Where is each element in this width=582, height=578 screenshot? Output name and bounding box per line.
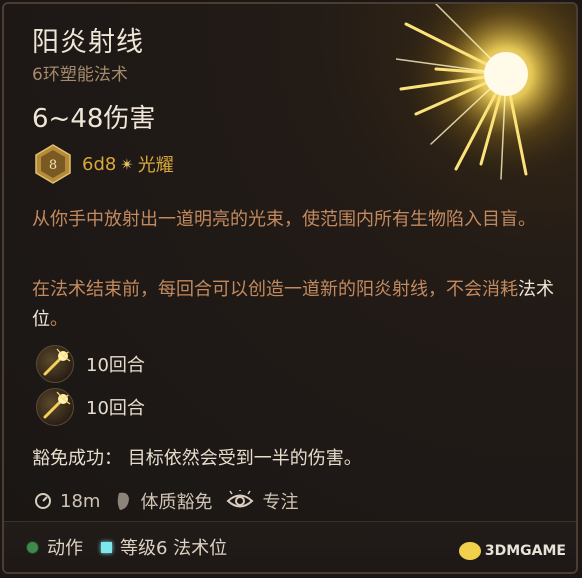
watermark-logo-icon [458,542,481,560]
duration-label: 10回合 [86,398,145,419]
duration-row: 10回合 [36,345,145,383]
watermark: 3DMGAME [458,542,566,560]
sunbeam-condition-icon[interactable] [36,345,74,383]
spell-name: 阳炎射线 [32,27,144,58]
description-2-text: 在法术结束前，每回合可以创造一道新的阳炎射线，不会消耗 [32,279,518,300]
damage-dice-row: 8 6d8 ✴ 光耀 [34,144,174,184]
action-resource-icon [26,540,39,554]
dice-roll-text: 6d8 ✴ 光耀 [82,151,174,177]
range-value: 18m [60,490,101,512]
watermark-text: 3DMGAME [484,543,566,559]
duration-row: 10回合 [36,388,145,426]
spell-tooltip: 阳炎射线 6环塑能法术 6~48伤害 8 6d8 ✴ 光耀 从你手中放射出一道明… [2,2,578,574]
sunbeam-burst-icon [396,4,576,180]
radiant-icon: ✴ [120,154,134,174]
damage-range: 6~48伤害 [32,104,156,134]
concentration-icon [226,490,254,508]
cost-row: 动作 等级6 法术位 [26,534,227,560]
duration-label: 10回合 [86,355,145,376]
save-success-text: 豁免成功： 目标依然会受到一半的伤害。 [32,448,362,469]
d8-dice-icon: 8 [35,144,71,184]
spell-level-school: 6环塑能法术 [32,65,128,85]
dice-roll: 6d8 [82,153,117,175]
dice-face-label: 8 [49,158,57,173]
sunbeam-condition-icon[interactable] [36,388,74,426]
spell-description-1: 从你手中放射出一道明亮的光束，使范围内所有生物陷入目盲。 [32,209,536,230]
spell-slot-resource-icon [101,541,112,553]
concentration-value: 专注 [262,492,299,513]
action-cost-label: 动作 [47,538,83,559]
range-icon [35,493,51,509]
save-type-stat: 体质豁免 [114,488,212,514]
damage-type: 光耀 [137,155,174,176]
spell-stats-row: 18m 体质豁免 专注 [34,488,298,514]
constitution-save-icon [118,492,130,510]
save-type-value: 体质豁免 [140,492,213,513]
range-stat: 18m [34,491,100,512]
spell-description-2: 在法术结束前，每回合可以创造一道新的阳炎射线，不会消耗法术位。 [32,275,557,335]
description-2-end: 。 [50,309,68,330]
cost-footer: 动作 等级6 法术位 3DMGAME [4,521,576,572]
concentration-stat: 专注 [226,488,298,514]
spell-slot-cost-label: 等级6 法术位 [120,538,228,559]
